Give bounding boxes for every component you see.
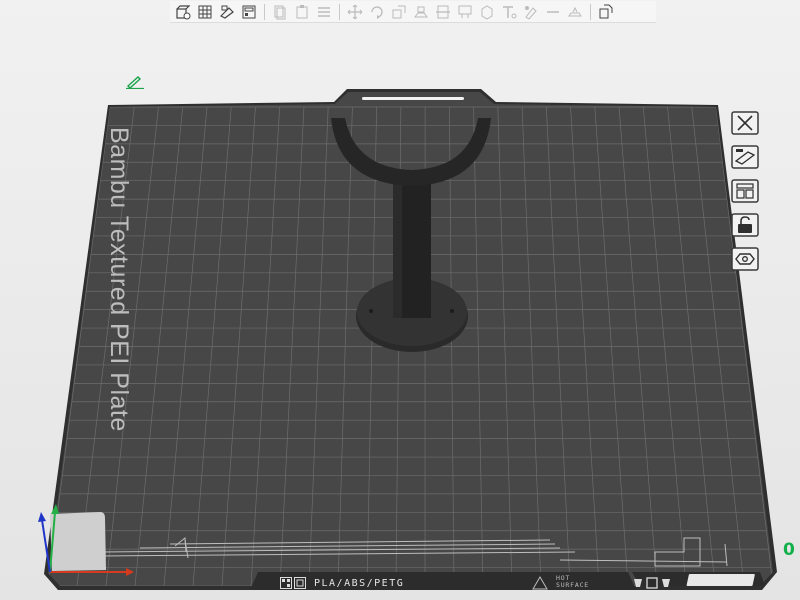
plate-type-icons (280, 577, 306, 589)
plate-type-label: Bambu Textured PEI Plate (105, 127, 133, 432)
plate-marker-icon (294, 577, 306, 589)
plate-index-label: 0 (783, 540, 795, 560)
square-icon (646, 577, 658, 589)
warning-icon (532, 576, 548, 590)
nozzle-icon (634, 579, 642, 587)
filament-settings-icon (731, 247, 759, 271)
heatbed-icon (662, 579, 670, 587)
plate-info-strip: PLA/ABS/PETG HOT SURFACE (280, 574, 670, 592)
delete-plate-icon (731, 111, 759, 135)
plate-settings-icon (731, 179, 759, 203)
filament-settings-button[interactable] (730, 246, 760, 272)
warning-line-surface: SURFACE (556, 581, 589, 589)
lock-icon (731, 213, 759, 237)
compatible-filament-label: PLA/ABS/PETG (314, 577, 405, 589)
auto-arrange-icon (731, 145, 759, 169)
auto-arrange-button[interactable] (730, 144, 760, 170)
plate-qr-icon (280, 577, 292, 589)
3d-viewport[interactable]: Bambu Textured PEI Plate PLA/ABS/PETG HO… (0, 0, 800, 600)
lock-plate-button[interactable] (730, 212, 760, 238)
hot-surface-warning: HOT SURFACE (556, 575, 589, 589)
plate-side-tools (727, 110, 763, 280)
plate-tool-icons (632, 577, 672, 589)
plate-settings-button[interactable] (730, 178, 760, 204)
delete-plate-button[interactable] (730, 110, 760, 136)
